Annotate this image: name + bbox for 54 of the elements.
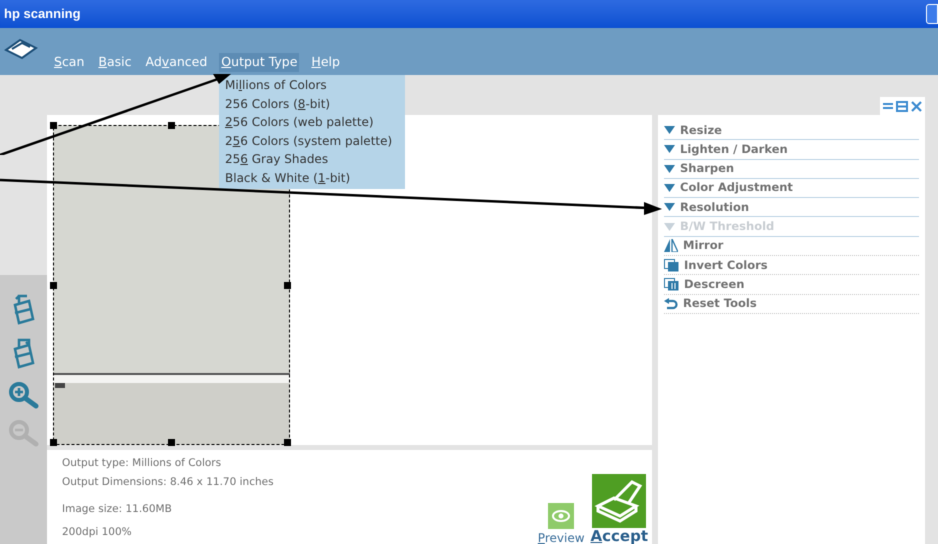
zoom-in-icon[interactable] — [8, 381, 40, 409]
triangle-icon — [664, 222, 675, 231]
triangle-icon — [664, 145, 675, 154]
resize-handle[interactable] — [284, 439, 291, 446]
rotate-icon[interactable] — [10, 337, 36, 371]
tool-item[interactable]: Resize — [664, 121, 919, 140]
menu-item[interactable]: Basic — [96, 53, 134, 72]
menu-option[interactable]: 256 Colors (web palette) — [219, 113, 405, 132]
scanner-icon — [4, 36, 38, 62]
tool-item[interactable]: Reset Tools — [664, 294, 919, 314]
tool-item[interactable]: Mirror — [664, 236, 919, 256]
scanner-icon — [592, 474, 646, 528]
info-text: Output type: Millions of Colors — [62, 456, 222, 471]
undo-icon — [664, 298, 678, 310]
tool-item[interactable]: Descreen — [664, 275, 919, 295]
resize-handle[interactable] — [284, 282, 291, 289]
invert-icon — [664, 258, 679, 272]
info-text: 200dpi 100% — [62, 525, 133, 540]
menu-option[interactable]: Millions of Colors — [219, 76, 405, 95]
collapse-icon[interactable] — [883, 102, 893, 110]
menu-option[interactable]: 256 Colors (8-bit) — [219, 94, 405, 114]
tool-item[interactable]: Lighten / Darken — [664, 140, 919, 160]
menu-option[interactable]: 256 Gray Shades — [219, 150, 405, 169]
window-button[interactable] — [926, 4, 938, 24]
triangle-icon — [664, 203, 675, 212]
descreen-icon — [664, 278, 679, 292]
triangle-icon — [664, 164, 675, 173]
mirror-icon — [664, 239, 678, 252]
triangle-icon — [664, 184, 675, 192]
menu-item[interactable]: Help — [309, 53, 342, 72]
info-text: Output Dimensions: 8.46 x 11.70 inches — [62, 474, 274, 490]
resize-handle[interactable] — [50, 282, 57, 289]
tool-item[interactable]: Resolution — [664, 198, 919, 218]
accept-button[interactable]: Accept — [590, 474, 648, 544]
restore-icon[interactable] — [896, 100, 908, 112]
menu-item[interactable]: Output Type — [219, 53, 300, 72]
tool-item[interactable]: Color Adjustment — [664, 178, 919, 198]
resize-handle[interactable] — [168, 439, 175, 446]
resize-handle[interactable] — [50, 122, 57, 129]
tool-item[interactable]: Sharpen — [664, 160, 919, 179]
resize-handle[interactable] — [168, 122, 175, 129]
preview-button[interactable]: Preview — [538, 503, 585, 544]
resize-handle[interactable] — [50, 439, 57, 446]
tool-item[interactable]: Invert Colors — [664, 256, 919, 276]
triangle-icon — [664, 126, 675, 134]
menu-option[interactable]: 256 Colors (system palette) — [219, 132, 405, 150]
info-text: Image size: 11.60MB — [62, 502, 173, 516]
close-icon[interactable] — [911, 100, 922, 112]
eye-icon — [548, 503, 574, 529]
rotate-icon[interactable] — [10, 293, 36, 327]
menu-option[interactable]: Black & White (1-bit) — [219, 168, 405, 188]
window-title: hp scanning — [4, 5, 81, 24]
menu-item[interactable]: Scan — [52, 53, 86, 72]
menu-item[interactable]: Advanced — [144, 53, 210, 72]
